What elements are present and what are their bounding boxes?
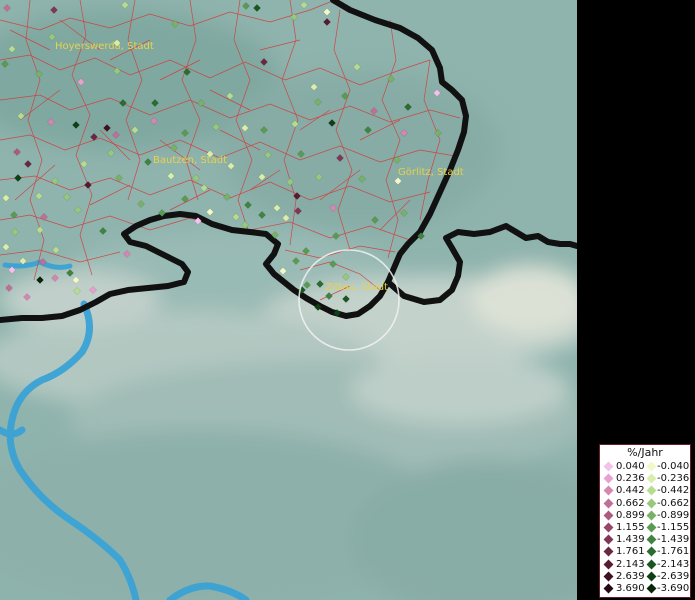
legend-value-decrease: -0.442 — [657, 485, 690, 497]
legend-swatch-decrease — [646, 522, 657, 533]
legend-swatch-increase — [603, 461, 614, 472]
legend-title: %/Jahr — [627, 446, 663, 459]
legend-row: 0.899 -0.899 — [602, 509, 690, 521]
legend-value-increase: 1.439 — [616, 534, 645, 546]
legend-swatch-decrease — [646, 534, 657, 545]
legend-swatch-decrease — [646, 583, 657, 594]
legend-value-decrease: -1.761 — [657, 546, 690, 558]
legend-row: 1.155 -1.155 — [602, 522, 690, 533]
legend-value-increase: 1.155 — [616, 522, 645, 533]
legend-value-decrease: -2.143 — [657, 558, 690, 570]
legend-swatch-decrease — [646, 485, 657, 496]
legend-value-increase: 0.662 — [616, 497, 645, 509]
legend: %/Jahr 0.040 -0.040 0.236 -0.236 0.442 -0.442… — [599, 444, 691, 598]
legend-value-increase: 0.899 — [616, 509, 645, 521]
city-label-hoyerswerda: Hoyerswerda, Stadt — [55, 41, 154, 52]
legend-value-increase: 0.040 — [616, 461, 645, 472]
legend-value-decrease: -0.236 — [657, 473, 690, 485]
legend-swatch-increase — [603, 522, 614, 533]
legend-value-decrease: -2.639 — [657, 570, 690, 582]
map-canvas[interactable]: Hoyerswerda, Stadt Bautzen, Stadt Görlit… — [0, 0, 577, 600]
legend-row: 2.143 -2.143 — [602, 558, 690, 570]
legend-row: 1.761 -1.761 — [602, 546, 690, 558]
city-label-bautzen: Bautzen, Stadt — [153, 155, 227, 166]
legend-value-increase: 1.761 — [616, 546, 645, 558]
legend-swatch-increase — [603, 473, 614, 484]
legend-value-increase: 2.639 — [616, 570, 645, 582]
city-label-goerlitz: Görlitz, Stadt — [398, 167, 464, 178]
legend-swatch-decrease — [646, 559, 657, 570]
legend-swatch-increase — [603, 485, 614, 496]
city-label-zittau: Zittau, Stadt — [325, 282, 388, 293]
legend-value-increase: 2.143 — [616, 558, 645, 570]
legend-row: 3.690 -3.690 — [602, 583, 690, 594]
legend-value-increase: 3.690 — [616, 583, 645, 594]
legend-row: 0.662 -0.662 — [602, 497, 690, 509]
legend-swatch-increase — [603, 498, 614, 509]
terrain-layer — [0, 0, 577, 600]
legend-value-decrease: -1.439 — [657, 534, 690, 546]
legend-swatch-increase — [603, 510, 614, 521]
legend-value-decrease: -0.662 — [657, 497, 690, 509]
legend-swatch-increase — [603, 559, 614, 570]
legend-swatch-decrease — [646, 473, 657, 484]
legend-value-increase: 0.442 — [616, 485, 645, 497]
legend-swatch-decrease — [646, 498, 657, 509]
map-viewer: Hoyerswerda, Stadt Bautzen, Stadt Görlit… — [0, 0, 695, 600]
legend-row: 0.040 -0.040 — [602, 461, 690, 472]
legend-swatch-decrease — [646, 571, 657, 582]
legend-row: 2.639 -2.639 — [602, 570, 690, 582]
legend-swatch-increase — [603, 571, 614, 582]
legend-value-decrease: -0.040 — [657, 461, 690, 472]
legend-row: 1.439 -1.439 — [602, 534, 690, 546]
legend-row: 0.442 -0.442 — [602, 485, 690, 497]
legend-swatch-decrease — [646, 461, 657, 472]
legend-swatch-increase — [603, 546, 614, 557]
legend-value-decrease: -3.690 — [657, 583, 690, 594]
legend-swatch-decrease — [646, 510, 657, 521]
legend-value-increase: 0.236 — [616, 473, 645, 485]
legend-row: 0.236 -0.236 — [602, 473, 690, 485]
legend-value-decrease: -0.899 — [657, 509, 690, 521]
legend-swatch-increase — [603, 534, 614, 545]
legend-value-decrease: -1.155 — [657, 522, 690, 533]
legend-swatch-increase — [603, 583, 614, 594]
legend-swatch-decrease — [646, 546, 657, 557]
